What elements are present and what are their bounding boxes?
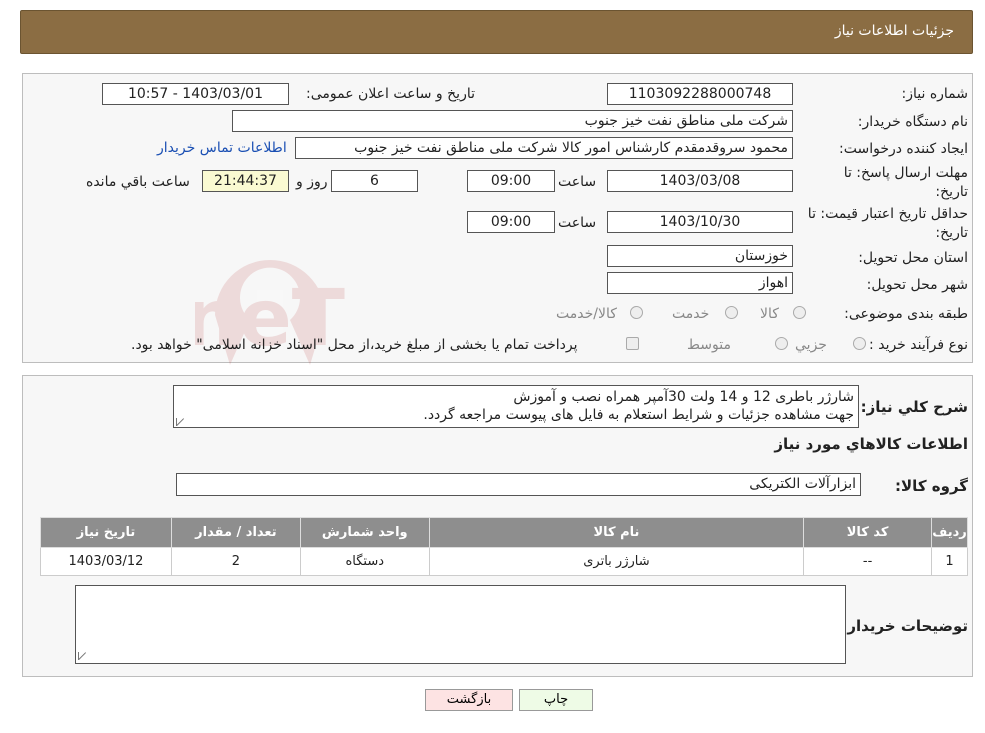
description-line2: جهت مشاهده جزئیات و شرایط استعلام به فای… (423, 407, 854, 423)
province-field: خوزستان (607, 245, 793, 267)
validity-time-label: ساعت (558, 215, 597, 231)
category-service-label: خدمت (672, 306, 710, 322)
purchase-minor-label: جزیي (795, 337, 827, 353)
announce-label: تاریخ و ساعت اعلان عمومی: (306, 86, 475, 102)
cell-code: -- (803, 547, 933, 576)
print-button[interactable]: چاپ (519, 689, 593, 711)
remaining-time-field: 21:44:37 (202, 170, 289, 192)
remaining-label: ساعت باقي مانده (86, 174, 190, 190)
category-service-radio[interactable] (725, 306, 738, 319)
creator-label: ایجاد کننده درخواست: (839, 141, 968, 157)
description-line1: شارژر باطری 12 و 14 ولت 30آمپر همراه نصب… (513, 389, 854, 405)
deadline-label-line2: تاریخ: (935, 184, 968, 200)
deadline-time-label: ساعت (558, 174, 597, 190)
need-number-field: 1103092288000748 (607, 83, 793, 105)
treasury-checkbox[interactable] (626, 337, 639, 350)
purchase-medium-label: متوسط (687, 337, 731, 353)
back-button[interactable]: بازگشت (425, 689, 513, 711)
cell-row: 1 (931, 547, 968, 576)
category-both-label: کالا/خدمت (556, 306, 617, 322)
province-label: استان محل تحویل: (858, 250, 968, 266)
deadline-time-field: 09:00 (467, 170, 555, 192)
goods-group-label: گروه کالا: (895, 477, 968, 495)
purchase-note: پرداخت تمام یا بخشی از مبلغ خرید،از محل … (131, 337, 578, 353)
validity-label: حداقل تاریخ اعتبار قیمت: تا تاریخ: (808, 205, 968, 243)
need-number-label: شماره نیاز: (901, 86, 969, 102)
buyer-org-field: شرکت ملی مناطق نفت خیز جنوب (232, 110, 793, 132)
page-header: جزئیات اطلاعات نیاز (20, 10, 973, 54)
contact-buyer-link[interactable]: اطلاعات تماس خریدار (157, 140, 287, 156)
validity-time-field: 09:00 (467, 211, 555, 233)
table-row: 1 -- شارژر باتری دستگاه 2 1403/03/12 (40, 547, 968, 576)
category-both-radio[interactable] (630, 306, 643, 319)
category-goods-radio[interactable] (793, 306, 806, 319)
validity-date-field: 1403/10/30 (607, 211, 793, 233)
category-label: طبقه بندی موضوعی: (844, 306, 968, 322)
cell-unit: دستگاه (299, 547, 430, 576)
description-textarea[interactable]: شارژر باطری 12 و 14 ولت 30آمپر همراه نصب… (173, 385, 859, 428)
col-qty: تعداد / مقدار (170, 517, 301, 548)
cell-qty: 2 (170, 547, 301, 576)
goods-group-field: ابزارآلات الکتریکی (176, 473, 861, 496)
description-label: شرح کلي نياز: (860, 398, 968, 416)
announce-field: 1403/03/01 - 10:57 (102, 83, 289, 105)
col-date: تاريخ نياز (40, 517, 172, 548)
days-remaining-field: 6 (331, 170, 418, 192)
city-field: اهواز (607, 272, 793, 294)
purchase-type-label: نوع فرآیند خرید : (869, 337, 968, 353)
days-label: روز و (296, 174, 328, 190)
city-label: شهر محل تحویل: (866, 277, 968, 293)
purchase-minor-radio[interactable] (853, 337, 866, 350)
resize-handle-icon[interactable] (176, 418, 184, 426)
validity-label-line1: حداقل تاریخ اعتبار قیمت: تا (807, 206, 968, 222)
deadline-date-field: 1403/03/08 (607, 170, 793, 192)
col-code: کد کالا (803, 517, 933, 548)
purchase-medium-radio[interactable] (775, 337, 788, 350)
validity-label-line2: تاریخ: (935, 225, 968, 241)
col-row: رديف (931, 517, 968, 548)
creator-field: محمود سروقدمقدم کارشناس امور کالا شرکت م… (295, 137, 793, 159)
col-name: نام کالا (428, 517, 805, 548)
buyer-notes-resize-icon[interactable] (78, 652, 86, 660)
deadline-label-line1: مهلت ارسال پاسخ: تا (843, 165, 968, 181)
cell-name: شارژر باتری (428, 547, 805, 576)
page-title: جزئیات اطلاعات نیاز (834, 23, 954, 39)
buyer-notes-label: توضيحات خريدار: (841, 617, 968, 635)
goods-table: رديف کد کالا نام کالا واحد شمارش تعداد /… (40, 517, 968, 576)
col-unit: واحد شمارش (299, 517, 430, 548)
buyer-notes-textarea[interactable] (75, 585, 846, 664)
category-goods-label: کالا (760, 306, 779, 322)
deadline-label: مهلت ارسال پاسخ: تا تاریخ: (844, 164, 968, 202)
cell-date: 1403/03/12 (40, 547, 172, 576)
buyer-org-label: نام دستگاه خریدار: (857, 114, 968, 130)
goods-table-header: رديف کد کالا نام کالا واحد شمارش تعداد /… (40, 517, 968, 548)
goods-section-title: اطلاعات کالاهاي مورد نياز (774, 435, 968, 453)
